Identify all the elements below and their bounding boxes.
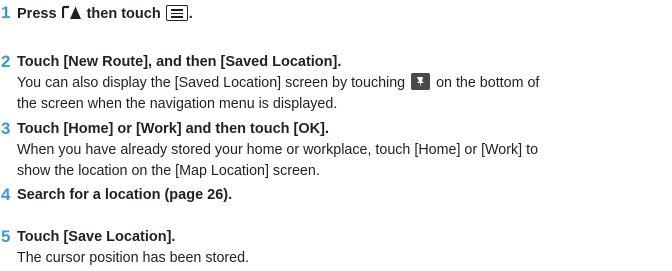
step-heading-text: then touch (82, 6, 165, 22)
saved-location-pin-icon (411, 73, 431, 90)
step-description-text: You can also display the [Saved Location… (17, 75, 410, 91)
step-description-line: show the location on the [Map Location] … (17, 163, 320, 179)
step-description-line: When you have already stored your home o… (17, 142, 539, 158)
step-number: 3 (1, 119, 11, 138)
step-description-line: the screen when the navigation menu is d… (17, 96, 338, 112)
step-heading-text: Press (17, 6, 61, 22)
step-number: 2 (1, 52, 11, 71)
step-heading-text: . (188, 6, 193, 22)
step-heading: Touch [Save Location]. (17, 229, 176, 245)
menu-icon (165, 5, 188, 21)
step-description-line: You can also display the [Saved Location… (17, 73, 539, 94)
navigation-button-icon (61, 5, 82, 20)
step-heading: Touch [New Route], and then [Saved Locat… (17, 54, 342, 70)
step-number: 1 (1, 3, 11, 22)
step-heading: Touch [Home] or [Work] and then touch [O… (17, 121, 329, 137)
step-heading: Search for a location (page 26). (17, 187, 233, 203)
step-heading: Press then touch . (17, 5, 193, 24)
step-number: 5 (1, 227, 11, 246)
step-number: 4 (1, 185, 11, 204)
step-description-line: The cursor position has been stored. (17, 250, 250, 266)
step-description-text: on the bottom of (432, 75, 540, 91)
